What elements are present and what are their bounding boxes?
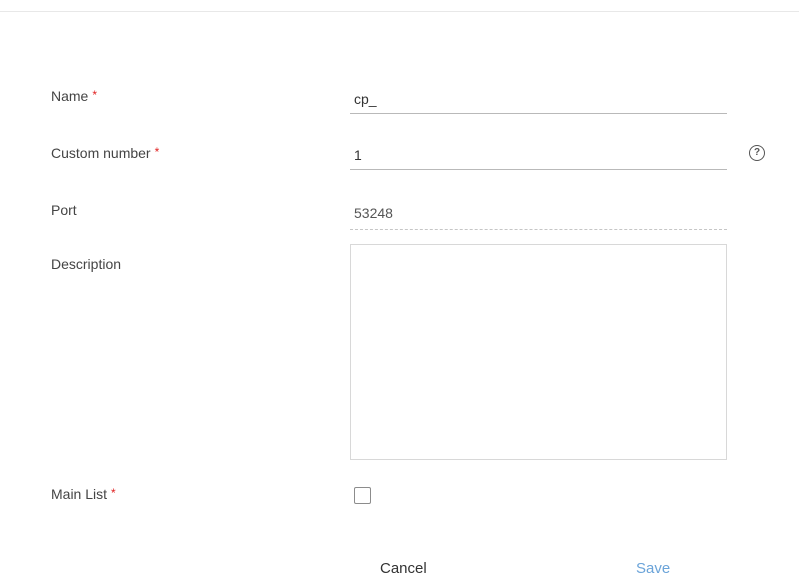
name-label: Name * <box>51 88 97 104</box>
name-field-wrapper <box>350 84 727 114</box>
form-dialog: Name* Custom number* ? Port 53248 Descri… <box>0 0 799 578</box>
custom-number-label: Custom number * <box>51 145 159 161</box>
name-input[interactable] <box>350 84 727 114</box>
description-label: Description <box>51 256 121 272</box>
help-icon[interactable]: ? <box>749 145 765 161</box>
main-list-checkbox[interactable] <box>354 487 371 504</box>
cancel-button[interactable]: Cancel <box>380 560 427 577</box>
custom-number-label-text: Custom number <box>51 145 151 161</box>
port-field-wrapper: 53248 <box>350 202 727 230</box>
description-field-wrapper <box>350 244 727 465</box>
main-list-label: Main List * <box>51 486 116 502</box>
port-label: Port <box>51 202 77 218</box>
port-value: 53248 <box>350 202 727 230</box>
custom-number-field-wrapper <box>350 140 727 170</box>
main-list-label-text: Main List <box>51 486 108 502</box>
top-divider <box>0 11 799 12</box>
required-mark: * <box>111 486 116 500</box>
description-textarea[interactable] <box>350 244 727 460</box>
description-label-text: Description <box>51 256 122 272</box>
save-button[interactable]: Save <box>636 560 670 577</box>
port-label-text: Port <box>51 202 77 218</box>
custom-number-input[interactable] <box>350 140 727 170</box>
required-mark: * <box>92 88 98 102</box>
name-label-text: Name <box>51 88 89 104</box>
required-mark: * <box>154 145 160 159</box>
